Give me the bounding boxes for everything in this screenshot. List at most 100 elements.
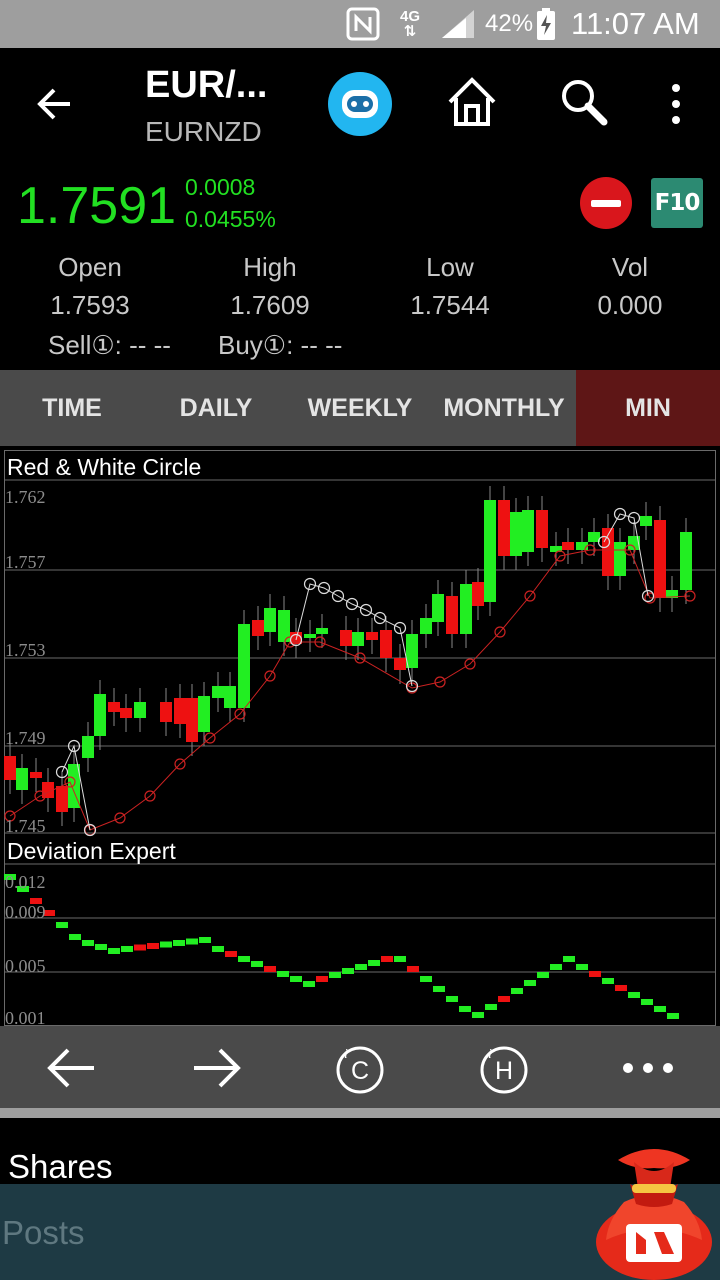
- candle-body: [522, 510, 534, 552]
- svg-text:i: i: [344, 1047, 348, 1062]
- svg-text:H: H: [495, 1057, 513, 1085]
- candle-body: [30, 772, 42, 778]
- candle-body: [16, 768, 28, 790]
- candle-body: [304, 634, 316, 638]
- deviation-bar: [667, 1013, 679, 1019]
- deviation-bar: [212, 946, 224, 952]
- candle-body: [446, 596, 458, 634]
- red-envelope-bag-button[interactable]: [590, 1140, 718, 1280]
- deviation-bar: [407, 966, 419, 972]
- deviation-bar: [641, 999, 653, 1005]
- candle-body: [536, 510, 548, 548]
- deviation-bar: [524, 980, 536, 986]
- network-type-icon: 4G ⇅: [400, 8, 421, 40]
- last-price: 1.7591: [17, 177, 177, 235]
- candle-body: [484, 500, 496, 602]
- robot-assistant-button[interactable]: [328, 72, 392, 136]
- candle-body: [366, 632, 378, 640]
- indicator-c-icon: i C: [336, 1046, 384, 1094]
- deviation-bar: [173, 940, 185, 946]
- deviation-bar: [654, 1006, 666, 1012]
- deviation-bar: [199, 937, 211, 943]
- shares-heading[interactable]: Shares: [8, 1148, 113, 1186]
- indicator-h-button[interactable]: i H: [474, 1038, 534, 1098]
- deviation-bar: [160, 941, 172, 948]
- nfc-icon: [346, 0, 380, 48]
- remove-watchlist-button[interactable]: [580, 177, 632, 229]
- deviation-bar: [550, 964, 562, 970]
- deviation-bar: [303, 981, 315, 987]
- indicator-c-button[interactable]: i C: [330, 1038, 390, 1098]
- deviation-bar: [433, 986, 445, 992]
- deviation-bar: [498, 996, 510, 1002]
- candle-body: [238, 624, 250, 708]
- deviation-bar: [277, 971, 289, 977]
- robot-icon: [342, 90, 378, 118]
- period-tabs: TIME DAILY WEEKLY MONTHLY MIN: [0, 370, 720, 446]
- f10-button[interactable]: F10: [651, 178, 703, 228]
- deviation-bar: [134, 944, 146, 951]
- candle-body: [316, 628, 328, 634]
- next-button[interactable]: [186, 1038, 246, 1098]
- candle-body: [420, 618, 432, 634]
- deviation-bar: [342, 968, 354, 974]
- price-change: 0.0008: [185, 174, 256, 200]
- candle-body: [56, 786, 68, 812]
- candle-body: [108, 702, 120, 712]
- arrow-right-icon: [194, 1048, 241, 1088]
- status-bar: 4G ⇅ 42% 11:07 AM: [0, 0, 720, 48]
- candle-body: [460, 584, 472, 634]
- buy-level: Buy①: -- --: [218, 330, 343, 360]
- candle-body: [82, 736, 94, 758]
- candle-body: [212, 686, 224, 698]
- candle-body: [224, 686, 236, 708]
- candle-body: [380, 630, 392, 658]
- deviation-bar: [316, 976, 328, 982]
- deviation-bar: [576, 964, 588, 970]
- svg-text:i: i: [488, 1047, 492, 1062]
- price-chart[interactable]: Red & White Circle 1.762 1.757 1.753 1.7…: [0, 446, 720, 1028]
- deviation-bar: [420, 976, 432, 982]
- signal-icon: [440, 0, 476, 48]
- price-change-percent: 0.0455%: [185, 206, 276, 232]
- search-button[interactable]: [558, 76, 610, 128]
- candle-body: [614, 542, 626, 576]
- chart-toolbar: i C i H: [0, 1026, 720, 1108]
- candle-body: [264, 608, 276, 632]
- candle-body: [174, 698, 186, 724]
- tab-daily[interactable]: DAILY: [144, 370, 288, 446]
- high-value: 1.7609: [230, 290, 310, 320]
- home-button[interactable]: [444, 74, 500, 130]
- divider: [0, 1108, 720, 1118]
- symbol-code: EURNZD: [145, 116, 262, 147]
- vol-value: 0.000: [597, 290, 663, 320]
- posts-tab[interactable]: Posts: [2, 1214, 85, 1252]
- arrow-left-icon: [37, 88, 70, 120]
- battery-percent: 42%: [485, 10, 534, 37]
- quote-header: EUR/... EURNZD 1.7591 0.0008 0.0455% F10…: [0, 48, 720, 370]
- candle-body: [654, 520, 666, 598]
- deviation-bar: [56, 922, 68, 928]
- search-icon: [562, 80, 608, 126]
- candle-body: [680, 532, 692, 590]
- deviation-bar: [446, 996, 458, 1002]
- y-tick-label: 0.012: [5, 872, 46, 892]
- more-tools-button[interactable]: [618, 1038, 678, 1098]
- back-button[interactable]: [30, 78, 82, 130]
- tab-time[interactable]: TIME: [0, 370, 144, 446]
- deviation-bar: [147, 943, 159, 949]
- deviation-bar: [355, 964, 367, 970]
- open-label: Open: [58, 252, 122, 282]
- candle-body: [134, 702, 146, 718]
- deviation-bar: [69, 934, 81, 940]
- deviation-bar: [121, 946, 133, 952]
- more-options-button[interactable]: [662, 82, 690, 126]
- deviation-bar: [485, 1004, 497, 1010]
- tab-monthly[interactable]: MONTHLY: [432, 370, 576, 446]
- prev-button[interactable]: [42, 1038, 102, 1098]
- tab-weekly[interactable]: WEEKLY: [288, 370, 432, 446]
- more-horizontal-icon: [623, 1063, 673, 1073]
- sell-level: Sell①: -- --: [48, 330, 171, 360]
- deviation-bar: [238, 956, 250, 962]
- tab-min[interactable]: MIN: [576, 370, 720, 446]
